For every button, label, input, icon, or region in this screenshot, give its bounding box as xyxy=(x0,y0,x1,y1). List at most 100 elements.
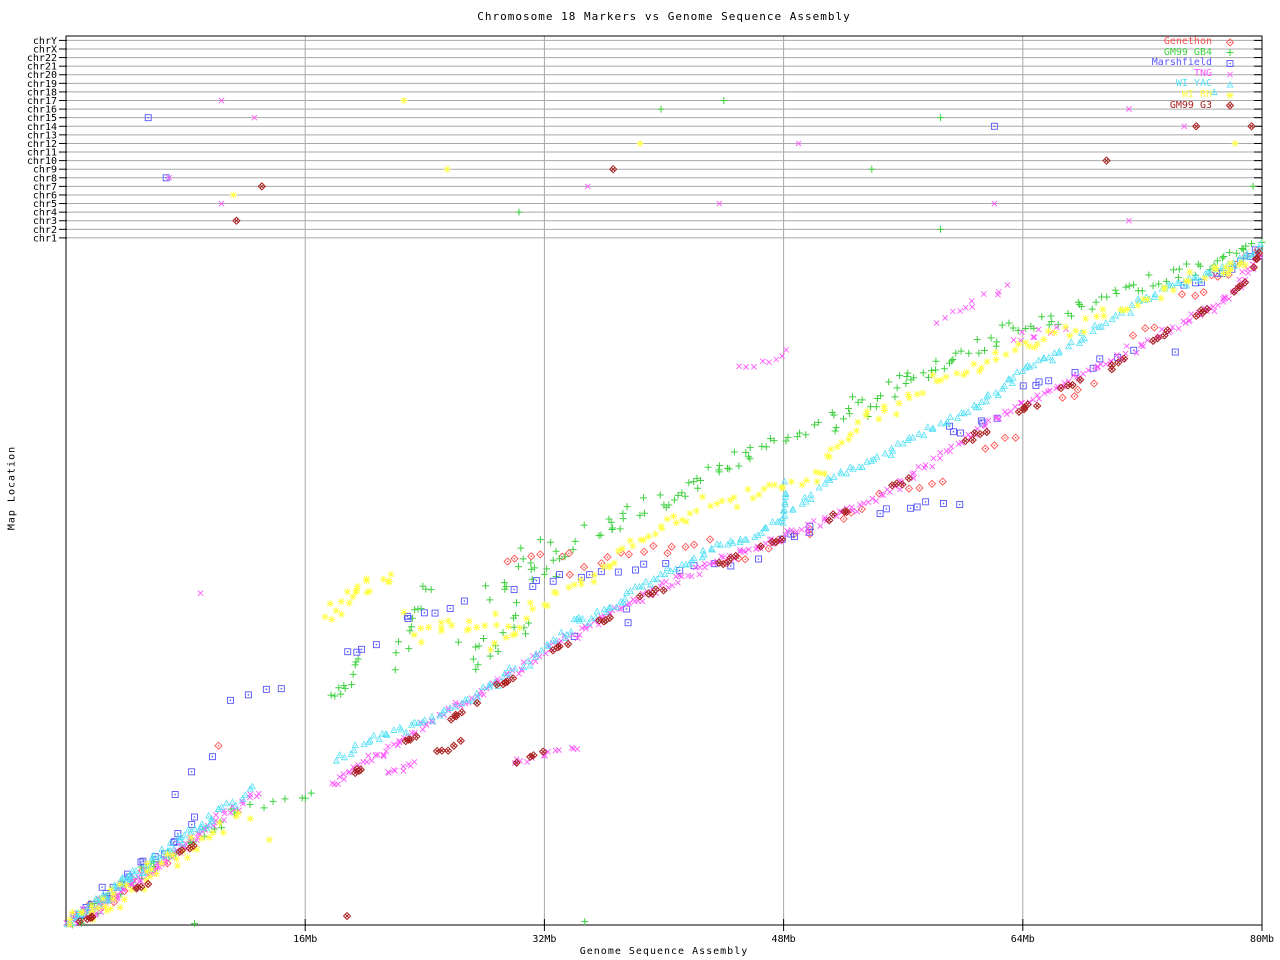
data-point xyxy=(370,732,378,739)
data-point xyxy=(512,598,521,607)
data-point xyxy=(1089,327,1097,335)
legend-key-marker xyxy=(1226,38,1234,47)
data-point xyxy=(886,489,893,496)
data-point xyxy=(651,530,660,538)
data-point xyxy=(307,789,316,798)
data-point xyxy=(530,563,539,572)
data-point xyxy=(915,463,922,470)
data-point xyxy=(604,562,613,571)
data-point xyxy=(802,476,811,485)
data-point xyxy=(400,763,407,770)
data-point xyxy=(226,696,234,704)
data-point xyxy=(187,833,196,842)
data-point xyxy=(362,574,371,583)
data-point xyxy=(1090,379,1099,388)
data-point xyxy=(754,490,763,499)
data-point xyxy=(1033,401,1042,410)
data-point xyxy=(1002,350,1010,359)
data-point xyxy=(933,320,940,327)
data-point xyxy=(327,691,336,700)
data-point xyxy=(1092,312,1101,321)
data-point xyxy=(419,726,426,733)
data-point xyxy=(616,524,625,533)
data-point xyxy=(229,798,236,806)
data-point xyxy=(407,622,416,631)
data-point xyxy=(610,559,619,567)
data-point xyxy=(1092,298,1101,307)
data-point xyxy=(948,443,955,450)
data-point xyxy=(538,647,545,654)
data-point xyxy=(590,577,598,586)
data-points xyxy=(63,88,1266,929)
data-point xyxy=(698,492,707,501)
data-point xyxy=(614,568,622,576)
data-point xyxy=(146,872,155,881)
data-point xyxy=(420,609,428,617)
data-point xyxy=(910,469,918,477)
data-point xyxy=(913,503,921,511)
data-point xyxy=(1073,385,1082,394)
data-point xyxy=(460,597,468,605)
data-point xyxy=(1129,331,1138,340)
data-point xyxy=(1123,305,1132,314)
data-point xyxy=(856,501,864,508)
data-point xyxy=(1050,328,1059,337)
data-point xyxy=(255,790,262,797)
data-point xyxy=(1199,288,1208,297)
data-point xyxy=(536,535,545,544)
data-point xyxy=(783,346,790,353)
data-point xyxy=(390,726,398,733)
data-point xyxy=(743,485,752,494)
data-point xyxy=(853,418,862,427)
data-point xyxy=(613,603,620,611)
data-point xyxy=(519,554,528,563)
data-point xyxy=(410,630,419,639)
data-point xyxy=(980,290,987,298)
data-point xyxy=(391,665,400,674)
data-point xyxy=(1214,301,1222,309)
data-point xyxy=(391,648,400,657)
data-point xyxy=(326,599,335,608)
data-point xyxy=(1212,265,1221,274)
data-point xyxy=(280,794,289,803)
legend-key-marker xyxy=(1226,48,1234,57)
data-point xyxy=(1182,277,1190,286)
data-point xyxy=(245,800,254,809)
data-point xyxy=(724,541,732,548)
data-point xyxy=(701,560,708,567)
data-point xyxy=(729,493,738,502)
data-point xyxy=(684,478,693,487)
data-point xyxy=(546,538,555,547)
data-point xyxy=(527,552,536,561)
data-point xyxy=(718,496,726,505)
data-point xyxy=(343,587,352,596)
data-point xyxy=(514,208,523,217)
legend-key-marker xyxy=(1226,81,1234,88)
data-point xyxy=(770,480,779,489)
data-point xyxy=(234,809,243,818)
data-point xyxy=(205,833,214,842)
data-point xyxy=(580,917,589,926)
data-point xyxy=(699,547,707,554)
data-point xyxy=(565,570,574,579)
data-point xyxy=(1013,368,1021,375)
data-point xyxy=(157,859,166,868)
data-point xyxy=(529,583,537,591)
data-point xyxy=(873,453,881,460)
data-point xyxy=(444,616,453,625)
data-point xyxy=(188,768,196,776)
data-point xyxy=(672,573,679,580)
data-point xyxy=(1000,433,1009,442)
data-point xyxy=(829,510,838,519)
data-point xyxy=(931,365,940,374)
legend-key-marker xyxy=(1226,71,1234,78)
data-point xyxy=(1182,259,1191,268)
data-point xyxy=(639,493,648,502)
data-point xyxy=(894,440,902,447)
data-point xyxy=(375,735,383,743)
data-point xyxy=(884,377,893,386)
data-point xyxy=(191,825,199,832)
data-point xyxy=(674,579,681,586)
data-point xyxy=(696,571,703,578)
data-point xyxy=(1149,281,1158,290)
